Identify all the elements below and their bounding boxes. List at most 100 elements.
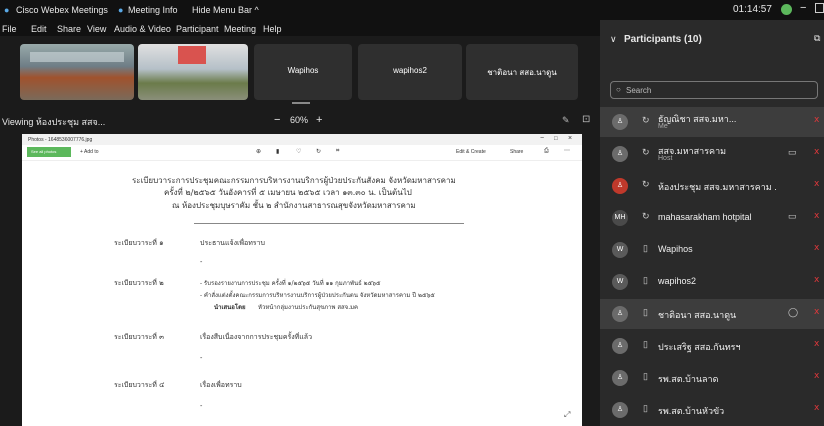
mic-muted-icon[interactable]: ⅹ: [814, 242, 824, 258]
menu-help[interactable]: Help: [263, 24, 282, 34]
add-to-button[interactable]: + Add to: [80, 149, 99, 155]
menu-audio-video[interactable]: Audio & Video: [114, 24, 171, 34]
agenda-3-text: เรื่องสืบเนื่องจากการประชุมครั้งที่แล้ว: [200, 333, 313, 341]
favorite-tool-icon[interactable]: ♡: [296, 148, 301, 155]
photos-maximize-icon[interactable]: □: [554, 136, 558, 142]
video-strip: Wapihos wapihos2 ชาติอนา สสอ.นาดูน: [0, 36, 600, 108]
collapse-chevron-icon[interactable]: ∨: [610, 34, 617, 45]
menu-participant[interactable]: Participant: [176, 24, 219, 34]
connection-status-icon[interactable]: [781, 4, 792, 15]
zoom-out-button[interactable]: −: [274, 114, 280, 126]
video-tile-wapihos[interactable]: Wapihos: [254, 44, 352, 100]
agenda-3-dash: -: [200, 354, 203, 362]
participant-row[interactable]: MH ↻ mahasarakham hotpital ▭ ⅹ: [600, 203, 824, 233]
strip-resize-handle[interactable]: [292, 102, 310, 104]
mic-muted-icon[interactable]: ⅹ: [814, 370, 824, 386]
video-camera-icon: ▭: [788, 147, 797, 157]
phone-device-icon: ▯: [643, 243, 648, 253]
participant-name: ธัญณิชา สสจ.มหา...: [658, 114, 737, 124]
participant-row[interactable]: ♙ ▯ รพ.สต.บ้านหัวขัว ⅹ: [600, 395, 824, 425]
meeting-info-button[interactable]: Meeting Info: [128, 5, 178, 15]
agenda-3-label: ระเบียบวาระที่ ๓: [114, 333, 164, 341]
photos-close-icon[interactable]: ×: [568, 135, 572, 142]
delete-tool-icon[interactable]: ▮: [276, 148, 279, 155]
sync-icon: ↻: [642, 211, 650, 221]
menu-meeting[interactable]: Meeting: [224, 24, 256, 34]
search-icon: ○: [616, 85, 621, 94]
sync-icon: ↻: [642, 115, 650, 125]
sync-icon: ↻: [642, 147, 650, 157]
annotate-icon[interactable]: ✎: [562, 115, 570, 126]
agenda-4-label: ระเบียบวาระที่ ๔: [114, 381, 165, 389]
webex-logo-icon: ●: [4, 5, 10, 15]
doc-divider: [194, 223, 464, 224]
mic-muted-icon[interactable]: ⅹ: [814, 146, 824, 162]
fit-icon[interactable]: ⊡: [582, 114, 590, 125]
avatar: MH: [612, 210, 628, 226]
mic-muted-icon[interactable]: ⅹ: [814, 178, 824, 194]
video-red-board: [178, 46, 206, 64]
search-input[interactable]: ○ Search: [610, 81, 818, 99]
participant-row[interactable]: ♙ ↻ ห้องประชุม สสจ.มหาสารคาม . ⅹ: [600, 171, 824, 201]
chat-icon[interactable]: ◯: [788, 307, 798, 318]
viewing-bar: Viewing ห้องประชุม สสจ... − 60% + ✎ ⊡: [0, 108, 600, 132]
avatar: W: [612, 274, 628, 290]
rotate-tool-icon[interactable]: ↻: [316, 148, 321, 155]
agenda-2-line-2: - คำสั่งแต่งตั้งคณะกรรมการบริหารงานบริกา…: [200, 292, 435, 299]
agenda-4-dash: -: [200, 402, 203, 410]
minimize-icon[interactable]: −: [800, 2, 806, 14]
menu-bar: File Edit Share View Audio & Video Parti…: [0, 20, 600, 36]
zoom-level: 60%: [290, 115, 309, 125]
phone-device-icon: ▯: [643, 275, 648, 285]
share-photo-button[interactable]: Share: [510, 149, 523, 155]
video-tile-host[interactable]: [138, 44, 248, 100]
title-bar: ● Cisco Webex Meetings ● Meeting Info Hi…: [0, 0, 824, 20]
maximize-icon[interactable]: [815, 3, 824, 13]
mic-muted-icon[interactable]: ⅹ: [814, 114, 824, 130]
agenda-4-text: เรื่องเพื่อทราบ: [200, 381, 242, 389]
expand-icon[interactable]: ⤢: [564, 410, 570, 420]
video-tile-nadun[interactable]: ชาติอนา สสอ.นาดูน: [466, 44, 578, 100]
mic-muted-icon[interactable]: ⅹ: [814, 338, 824, 354]
mic-muted-icon[interactable]: ⅹ: [814, 210, 824, 226]
doc-heading-3: ณ ห้องประชุมบุษราคัม ชั้น ๒ สำนักงานสาธา…: [172, 201, 416, 210]
participant-row[interactable]: ♙ ▯ รพ.สต.บ้านลาด ⅹ: [600, 363, 824, 393]
participant-row[interactable]: ♙ ↻ ธัญณิชา สสจ.มหา... Me ⅹ: [600, 107, 824, 137]
more-tool-icon[interactable]: ⋯: [564, 147, 570, 154]
zoom-tool-icon[interactable]: ⊕: [256, 148, 261, 155]
see-all-photos-button[interactable]: See all photos: [27, 147, 71, 157]
avatar: ♙: [612, 370, 628, 386]
zoom-in-button[interactable]: +: [316, 114, 322, 126]
app-title: Cisco Webex Meetings: [16, 5, 108, 15]
menu-edit[interactable]: Edit: [31, 24, 47, 34]
participant-row[interactable]: W ▯ wapihos2 ⅹ: [600, 267, 824, 297]
participant-row[interactable]: ♙ ▯ ชาติอนา สสอ.นาดูน ◯ ⅹ: [600, 299, 824, 329]
mic-muted-icon[interactable]: ⅹ: [814, 274, 824, 290]
agenda-2-presenter-label: นำเสนอโดย: [214, 304, 246, 311]
participant-role: Host: [658, 155, 673, 162]
menu-view[interactable]: View: [87, 24, 106, 34]
video-tile-room[interactable]: [20, 44, 134, 100]
participant-name: ห้องประชุม สสจ.มหาสารคาม .: [658, 182, 777, 192]
print-tool-icon[interactable]: ⎙: [544, 148, 549, 155]
mic-muted-icon[interactable]: ⅹ: [814, 306, 824, 322]
participant-row[interactable]: ♙ ↻ สสจ.มหาสารคาม Host ▭ ⅹ: [600, 139, 824, 169]
shared-content: Photos - 1648536007776.jpg − □ × See all…: [22, 134, 582, 426]
info-icon: ●: [118, 5, 124, 15]
hide-menu-bar-button[interactable]: Hide Menu Bar ^: [192, 5, 259, 15]
participant-row[interactable]: W ▯ Wapihos ⅹ: [600, 235, 824, 265]
participant-name: Wapihos: [658, 244, 693, 254]
photos-minimize-icon[interactable]: −: [540, 135, 544, 142]
menu-share[interactable]: Share: [57, 24, 81, 34]
menu-file[interactable]: File: [2, 24, 17, 34]
phone-device-icon: ▯: [643, 371, 648, 381]
crop-tool-icon[interactable]: ⌗: [336, 148, 339, 155]
room-device-icon: ♙: [612, 178, 628, 194]
edit-create-button[interactable]: Edit & Create: [456, 149, 486, 155]
mic-muted-icon[interactable]: ⅹ: [814, 402, 824, 418]
phone-device-icon: ▯: [643, 339, 648, 349]
agenda-1-text: ประธานแจ้งเพื่อทราบ: [200, 239, 265, 247]
popout-icon[interactable]: ⧉: [814, 33, 820, 44]
participant-row[interactable]: ♙ ▯ ประเสริฐ สสอ.กันทรฯ ⅹ: [600, 331, 824, 361]
video-tile-wapihos2[interactable]: wapihos2: [358, 44, 462, 100]
